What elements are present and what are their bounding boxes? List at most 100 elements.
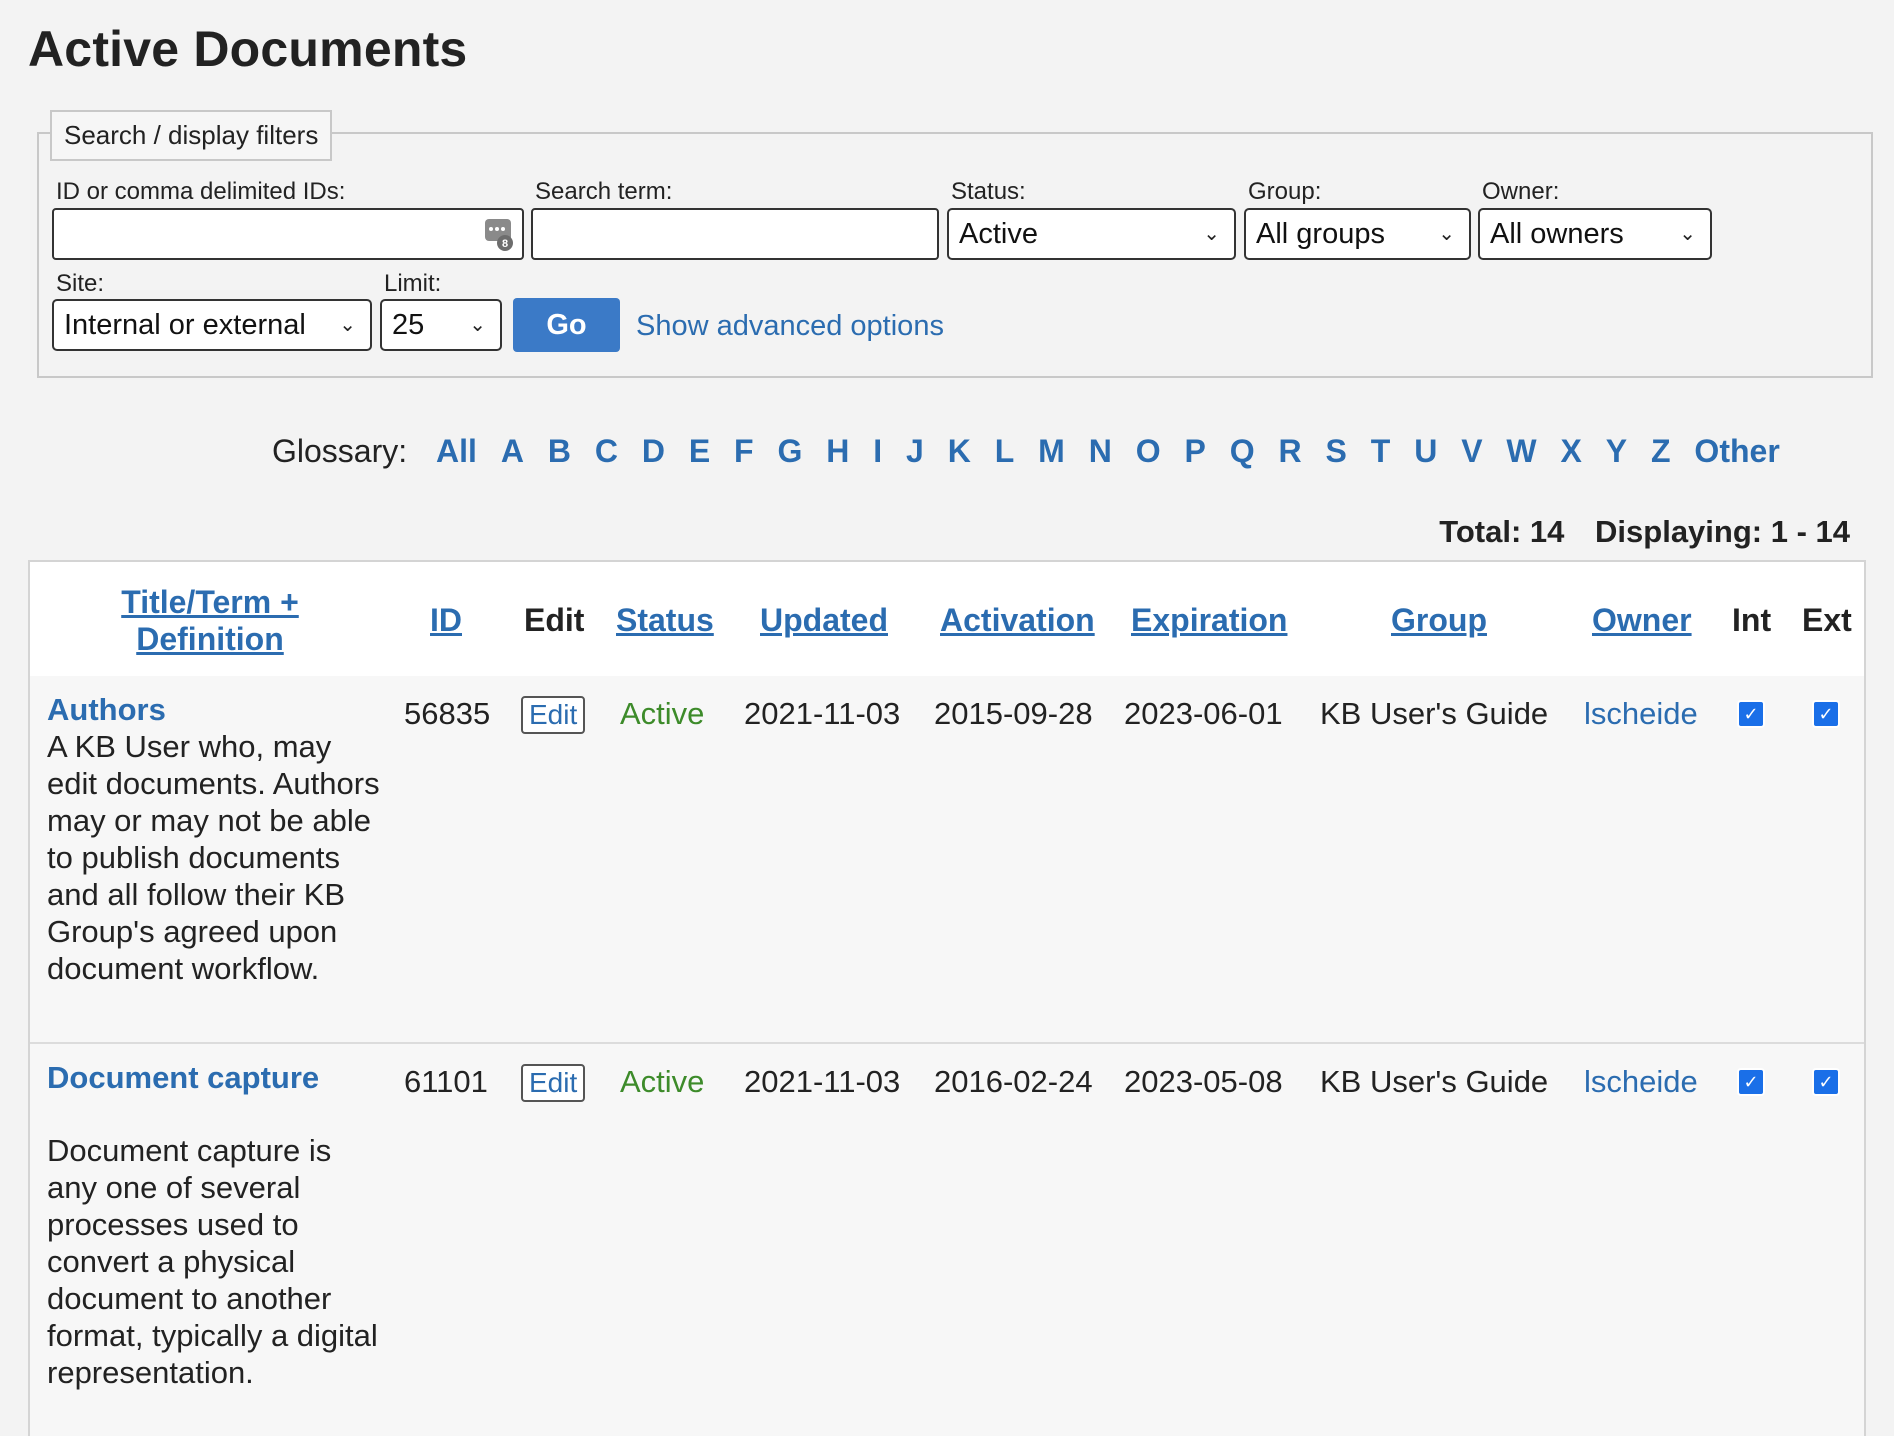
int-checkbox[interactable]: ✓ xyxy=(1737,1068,1765,1096)
ext-checkbox[interactable]: ✓ xyxy=(1812,700,1840,728)
group-label: Group: xyxy=(1248,178,1322,205)
glossary-link-g[interactable]: G xyxy=(777,433,802,469)
glossary-link-x[interactable]: X xyxy=(1561,433,1582,469)
document-id: 61101 xyxy=(404,1064,488,1099)
header-owner[interactable]: Owner xyxy=(1592,602,1692,639)
owner-link[interactable]: lscheide xyxy=(1584,696,1698,732)
owner-select[interactable]: All owners ⌄ xyxy=(1478,208,1712,260)
status-select[interactable]: Active ⌄ xyxy=(947,208,1236,260)
document-title-link[interactable]: Document capture xyxy=(47,1060,319,1096)
header-updated[interactable]: Updated xyxy=(760,602,888,639)
header-title-definition[interactable]: Title/Term + Definition xyxy=(90,584,330,658)
header-id[interactable]: ID xyxy=(430,602,462,639)
site-label: Site: xyxy=(56,270,105,297)
glossary-link-s[interactable]: S xyxy=(1326,433,1347,469)
header-group[interactable]: Group xyxy=(1391,602,1487,639)
glossary-link-j[interactable]: J xyxy=(906,433,924,469)
expiration-date: 2023-05-08 xyxy=(1124,1064,1283,1099)
glossary-link-k[interactable]: K xyxy=(948,433,971,469)
displaying-range: Displaying: 1 - 14 xyxy=(1595,514,1850,549)
header-activation[interactable]: Activation xyxy=(940,602,1095,639)
document-definition: A KB User who, may edit documents. Autho… xyxy=(47,729,380,986)
glossary-link-m[interactable]: M xyxy=(1038,433,1065,469)
glossary-link-b[interactable]: B xyxy=(548,433,571,469)
chevron-down-icon: ⌄ xyxy=(339,314,356,336)
result-totals: Total: 14 Displaying: 1 - 14 xyxy=(1417,514,1850,550)
glossary-link-o[interactable]: O xyxy=(1136,433,1161,469)
header-ext: Ext xyxy=(1802,602,1852,638)
status-badge: Active xyxy=(620,1064,705,1099)
edit-button[interactable]: Edit xyxy=(521,696,586,734)
chevron-down-icon: ⌄ xyxy=(1203,223,1220,245)
limit-select[interactable]: 25 ⌄ xyxy=(380,299,502,351)
page-title: Active Documents xyxy=(28,21,468,77)
ids-label: ID or comma delimited IDs: xyxy=(56,178,346,205)
glossary-link-f[interactable]: F xyxy=(734,433,754,469)
glossary-link-i[interactable]: I xyxy=(873,433,882,469)
document-title-link[interactable]: Authors xyxy=(47,692,166,728)
show-advanced-options-link[interactable]: Show advanced options xyxy=(636,310,944,343)
table-header: Title/Term + Definition ID Edit Status U… xyxy=(30,562,1864,678)
glossary-link-w[interactable]: W xyxy=(1506,433,1536,469)
glossary-link-q[interactable]: Q xyxy=(1230,433,1255,469)
header-expiration[interactable]: Expiration xyxy=(1131,602,1287,639)
glossary-bar: Glossary: All A B C D E F G H I J K L M … xyxy=(272,433,1795,470)
header-title-line2: Definition xyxy=(136,621,284,657)
password-manager-icon[interactable]: 8 xyxy=(484,217,514,251)
glossary-link-e[interactable]: E xyxy=(689,433,710,469)
chevron-down-icon: ⌄ xyxy=(469,314,486,336)
owner-label: Owner: xyxy=(1482,178,1560,205)
go-button[interactable]: Go xyxy=(513,298,620,352)
search-input[interactable] xyxy=(531,208,939,260)
table-row: Authors A KB User who, may edit document… xyxy=(30,676,1864,1044)
glossary-link-r[interactable]: R xyxy=(1279,433,1302,469)
header-status[interactable]: Status xyxy=(616,602,714,639)
group-select-value: All groups xyxy=(1256,218,1385,250)
status-badge: Active xyxy=(620,696,705,731)
group-name: KB User's Guide xyxy=(1320,1064,1549,1099)
limit-label: Limit: xyxy=(384,270,442,297)
glossary-link-h[interactable]: H xyxy=(826,433,849,469)
glossary-link-y[interactable]: Y xyxy=(1606,433,1627,469)
glossary-link-d[interactable]: D xyxy=(642,433,665,469)
limit-select-value: 25 xyxy=(392,309,425,341)
glossary-link-z[interactable]: Z xyxy=(1651,433,1671,469)
page: Active Documents Search / display filter… xyxy=(0,0,1894,1436)
total-count: Total: 14 xyxy=(1439,514,1565,549)
glossary-link-l[interactable]: L xyxy=(995,433,1015,469)
table-row: Document capture Document capture is any… xyxy=(30,1044,1864,1436)
updated-date: 2021-11-03 xyxy=(744,1064,901,1099)
edit-button[interactable]: Edit xyxy=(521,1064,586,1102)
ids-input[interactable]: 8 xyxy=(52,208,524,260)
glossary-label: Glossary: xyxy=(272,433,408,469)
activation-date: 2015-09-28 xyxy=(934,696,1093,731)
group-name: KB User's Guide xyxy=(1320,696,1549,731)
search-label: Search term: xyxy=(535,178,673,205)
header-title-line1: Title/Term + xyxy=(121,584,299,620)
glossary-link-n[interactable]: N xyxy=(1089,433,1112,469)
chevron-down-icon: ⌄ xyxy=(1679,223,1696,245)
ext-checkbox[interactable]: ✓ xyxy=(1812,1068,1840,1096)
glossary-link-u[interactable]: U xyxy=(1414,433,1437,469)
glossary-link-all[interactable]: All xyxy=(436,433,477,469)
glossary-link-a[interactable]: A xyxy=(501,433,524,469)
header-int: Int xyxy=(1732,602,1772,638)
owner-link[interactable]: lscheide xyxy=(1584,1064,1698,1100)
header-edit: Edit xyxy=(524,602,585,638)
site-select[interactable]: Internal or external ⌄ xyxy=(52,299,372,351)
documents-table: Title/Term + Definition ID Edit Status U… xyxy=(28,560,1866,1436)
document-definition: Document capture is any one of several p… xyxy=(47,1133,378,1390)
int-checkbox[interactable]: ✓ xyxy=(1737,700,1765,728)
glossary-link-other[interactable]: Other xyxy=(1694,433,1779,469)
glossary-link-t[interactable]: T xyxy=(1371,433,1391,469)
document-id: 56835 xyxy=(404,696,491,731)
status-select-value: Active xyxy=(959,218,1038,250)
status-label: Status: xyxy=(951,178,1026,205)
glossary-link-v[interactable]: V xyxy=(1461,433,1482,469)
updated-date: 2021-11-03 xyxy=(744,696,901,731)
chevron-down-icon: ⌄ xyxy=(1438,223,1455,245)
glossary-link-c[interactable]: C xyxy=(595,433,618,469)
svg-text:8: 8 xyxy=(502,238,508,250)
group-select[interactable]: All groups ⌄ xyxy=(1244,208,1471,260)
glossary-link-p[interactable]: P xyxy=(1185,433,1206,469)
